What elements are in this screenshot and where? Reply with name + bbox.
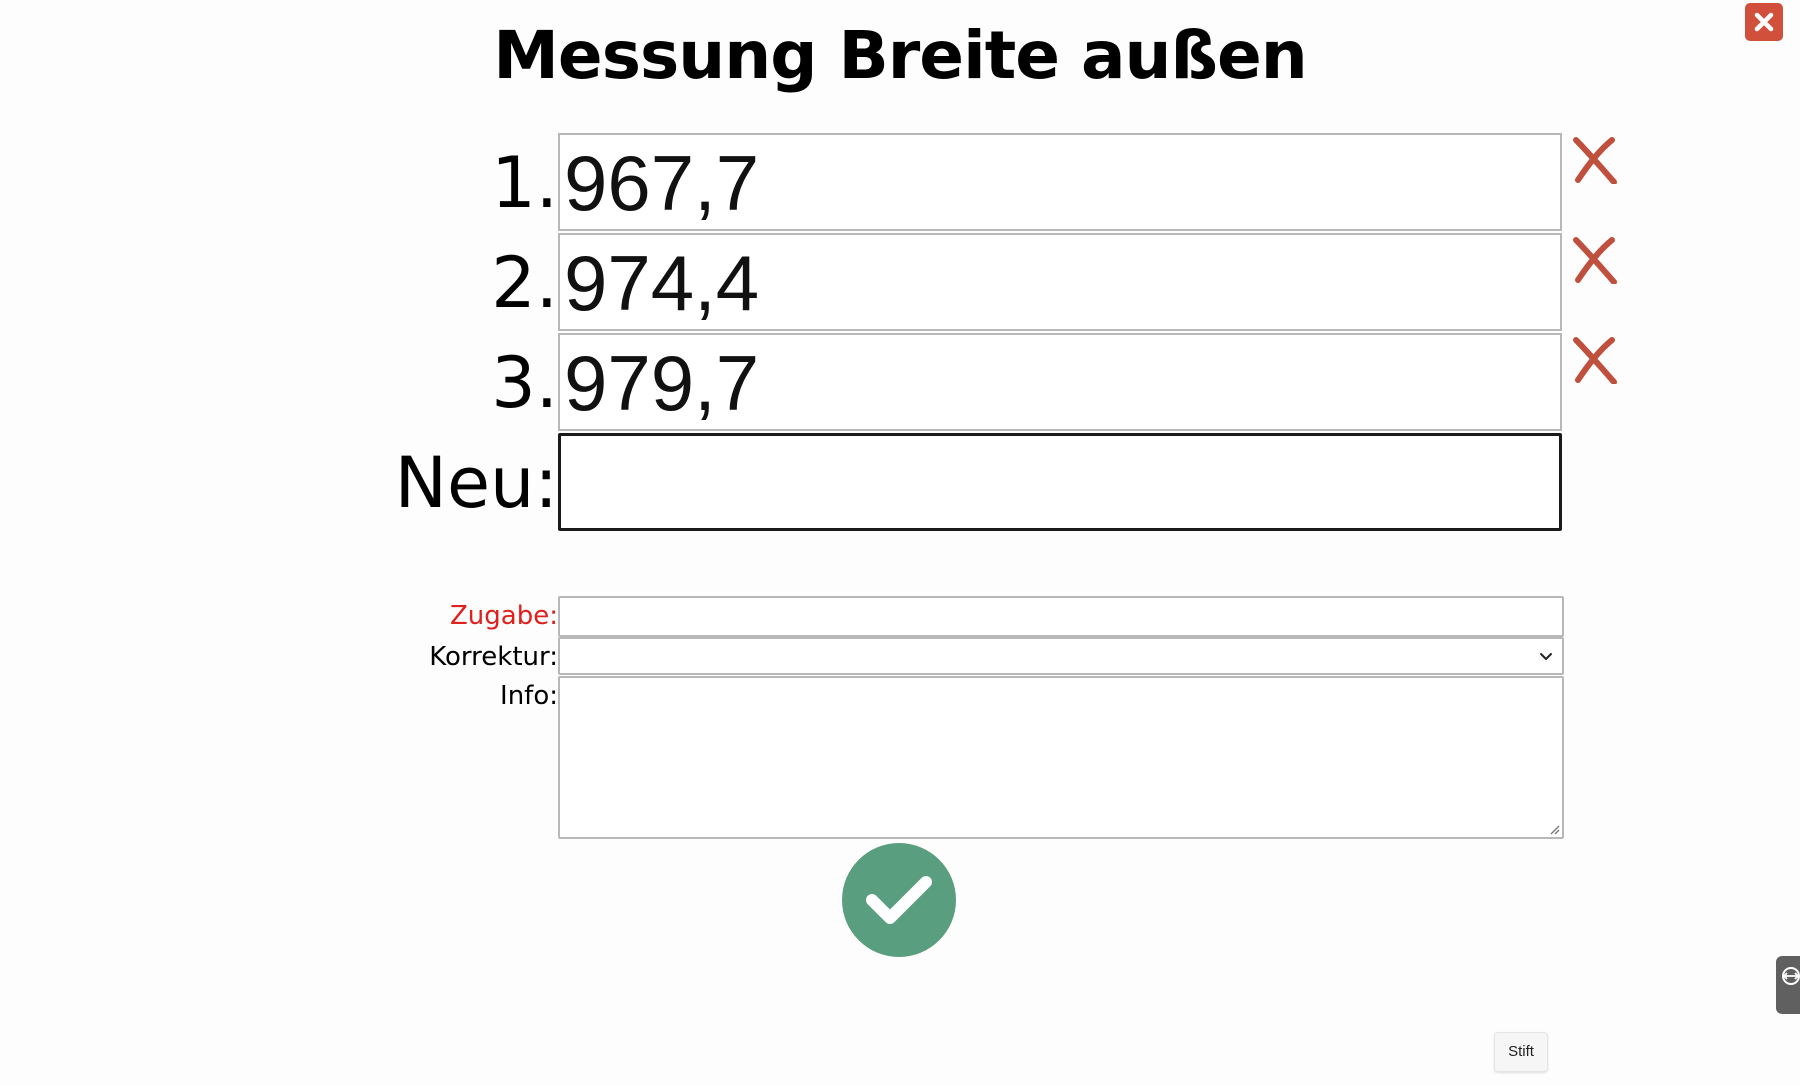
delete-measurement-3-icon[interactable] <box>1570 336 1618 384</box>
page-title: Messung Breite außen <box>493 17 1307 94</box>
resize-grip-icon[interactable] <box>1548 823 1560 835</box>
korrektur-label: Korrektur: <box>429 642 558 672</box>
new-measurement-label: Neu: <box>394 442 558 524</box>
zugabe-input[interactable] <box>558 596 1564 637</box>
confirm-button[interactable] <box>842 843 956 957</box>
delete-measurement-1-icon[interactable] <box>1570 136 1618 184</box>
measurement-dialog: Messung Breite außen 1. 967,7 2. 974,4 3… <box>0 0 1800 1085</box>
measurement-label-1: 1. <box>491 142 558 224</box>
measurement-value-2[interactable]: 974,4 <box>558 233 1562 331</box>
zugabe-label: Zugabe: <box>450 601 558 631</box>
teamviewer-icon <box>1782 967 1800 985</box>
measurement-value-3[interactable]: 979,7 <box>558 333 1562 431</box>
checkmark-icon <box>866 876 932 924</box>
measurement-value-1[interactable]: 967,7 <box>558 133 1562 231</box>
chevron-down-icon <box>1540 653 1552 660</box>
remote-support-tab[interactable] <box>1776 956 1800 1014</box>
delete-measurement-2-icon[interactable] <box>1570 236 1618 284</box>
measurement-label-3: 3. <box>491 342 558 424</box>
info-textarea[interactable] <box>558 676 1564 839</box>
measurement-label-2: 2. <box>491 242 558 324</box>
korrektur-select[interactable] <box>558 637 1564 675</box>
pen-button[interactable]: Stift <box>1494 1032 1548 1072</box>
info-label: Info: <box>500 681 558 711</box>
new-measurement-input[interactable] <box>558 433 1562 531</box>
